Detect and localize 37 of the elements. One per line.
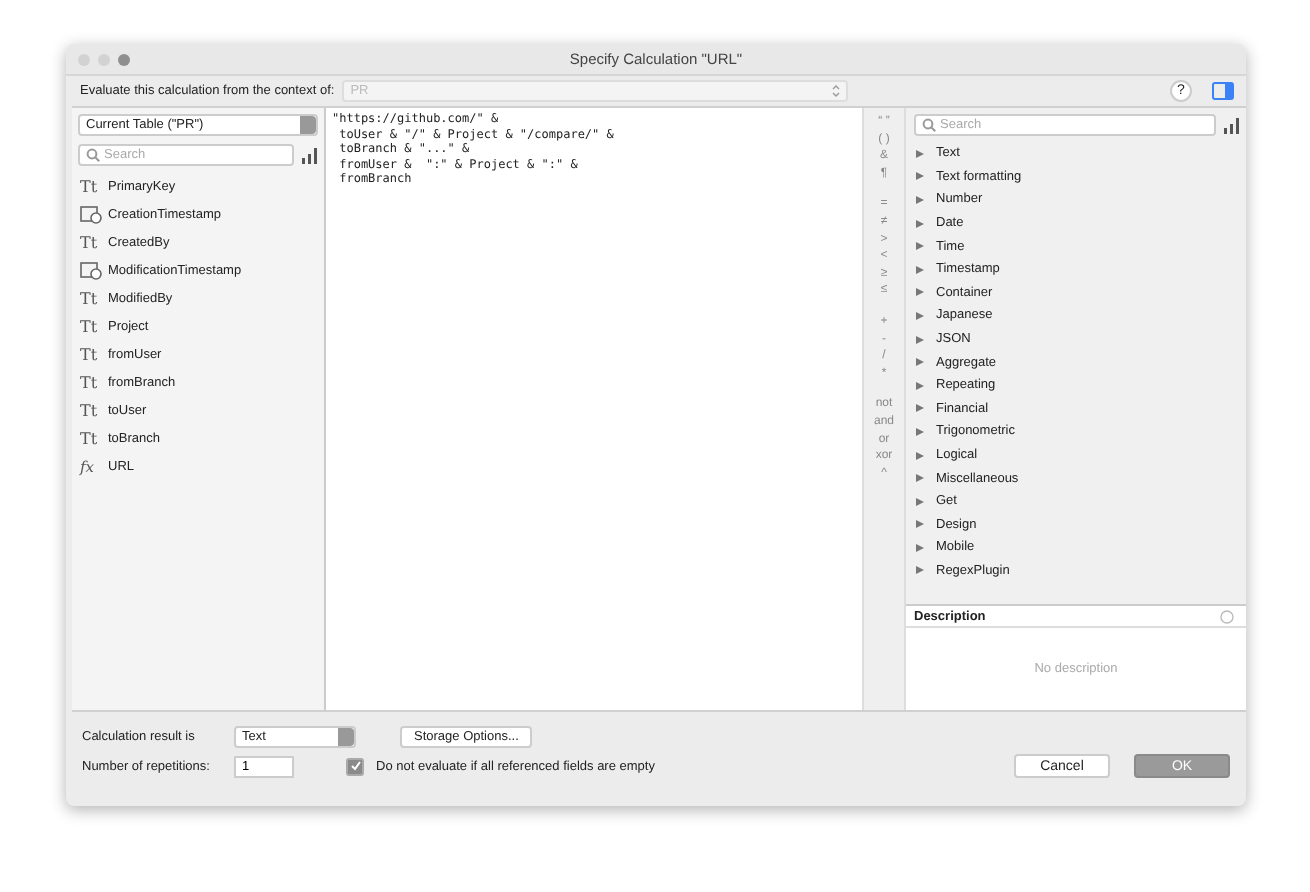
disclosure-triangle-icon[interactable] <box>916 404 924 413</box>
disclosure-triangle-icon[interactable] <box>916 149 924 158</box>
calendar-clock-icon <box>80 205 102 223</box>
text-field-icon: Tt <box>80 177 102 195</box>
disclosure-triangle-icon[interactable] <box>916 381 924 390</box>
disclosure-triangle-icon[interactable] <box>916 195 924 204</box>
disclosure-triangle-icon[interactable] <box>916 358 924 367</box>
sort-icon[interactable] <box>302 147 318 163</box>
disclosure-triangle-icon[interactable] <box>916 566 924 575</box>
search-icon <box>922 118 936 132</box>
disclosure-triangle-icon[interactable] <box>916 427 924 436</box>
disclosure-triangle-icon[interactable] <box>916 451 924 460</box>
sort-icon[interactable] <box>1224 117 1240 133</box>
disclosure-triangle-icon[interactable] <box>916 311 924 320</box>
disclosure-triangle-icon[interactable] <box>916 335 924 344</box>
checkbox[interactable] <box>346 757 364 775</box>
disclosure-triangle-icon[interactable] <box>916 474 924 483</box>
zoom-icon[interactable] <box>118 53 130 65</box>
text-field-icon: Tt <box>80 345 102 363</box>
disclosure-triangle-icon[interactable] <box>916 288 924 297</box>
disclosure-triangle-icon[interactable] <box>916 265 924 274</box>
search-icon <box>86 148 100 162</box>
text-field-icon: Tt <box>80 233 102 251</box>
text-field-icon: Tt <box>80 317 102 335</box>
text-field-icon: Tt <box>80 373 102 391</box>
disclosure-triangle-icon[interactable] <box>916 172 924 181</box>
disclosure-triangle-icon[interactable] <box>916 242 924 251</box>
disclosure-triangle-icon[interactable] <box>916 219 924 228</box>
text-field-icon: Tt <box>80 289 102 307</box>
disclosure-triangle-icon[interactable] <box>916 543 924 552</box>
text-field-icon: Tt <box>80 401 102 419</box>
disclosure-triangle-icon[interactable] <box>916 520 924 529</box>
sidebar-icon[interactable] <box>1212 82 1234 100</box>
disclosure-triangle-icon[interactable] <box>916 497 924 506</box>
stepper-icon <box>832 84 841 98</box>
calendar-clock-icon <box>80 261 102 279</box>
text-field-icon: Tt <box>80 429 102 447</box>
